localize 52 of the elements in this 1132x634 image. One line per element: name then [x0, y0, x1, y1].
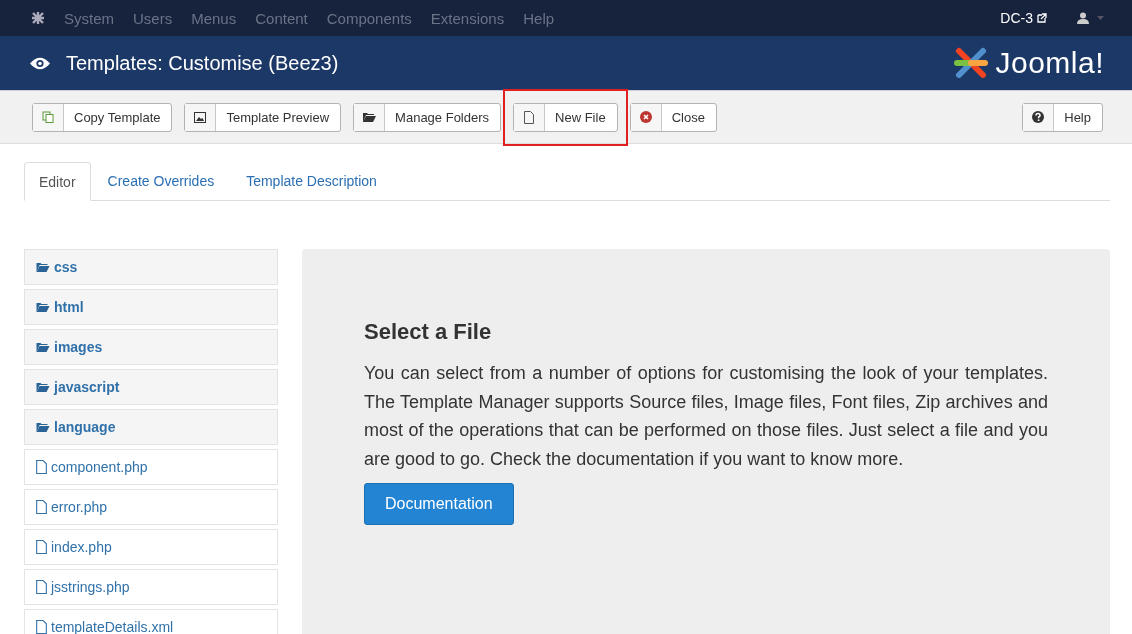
menu-item[interactable]: Content: [255, 9, 308, 27]
folder-icon: [362, 112, 376, 122]
file-icon: [36, 460, 47, 474]
menu-item[interactable]: System: [64, 9, 114, 27]
site-link[interactable]: DC-3: [1000, 10, 1033, 26]
menu-item[interactable]: Users: [133, 9, 173, 27]
image-icon: [194, 111, 207, 123]
menu-item[interactable]: Menus: [191, 9, 237, 27]
folder-icon: [36, 262, 50, 272]
file-item[interactable]: templateDetails.xml: [24, 609, 278, 634]
page-title: Templates: Customise (Beez3): [66, 51, 339, 75]
folder-item[interactable]: javascript: [24, 369, 278, 405]
copy-icon: [42, 111, 54, 123]
tab[interactable]: Create Overrides: [92, 162, 230, 200]
folder-item[interactable]: images: [24, 329, 278, 365]
toolbar-button[interactable]: New File: [513, 102, 618, 132]
toolbar-button[interactable]: Template Preview: [184, 102, 342, 132]
folder-item[interactable]: html: [24, 289, 278, 325]
menu-item[interactable]: Components: [326, 9, 412, 27]
folder-item[interactable]: language: [24, 409, 278, 445]
folder-item[interactable]: css: [24, 249, 278, 285]
menu-item[interactable]: Help: [523, 9, 555, 27]
menu-item[interactable]: Extensions: [430, 9, 505, 27]
toolbar-button[interactable]: Copy Template: [32, 102, 173, 132]
file-icon: [36, 620, 47, 634]
logo-text: Joomla!: [995, 46, 1104, 80]
toolbar-button[interactable]: Close: [629, 102, 717, 132]
close-icon: [639, 111, 652, 123]
file-icon: [524, 110, 535, 124]
folder-icon: [36, 302, 50, 312]
external-link-icon: [1037, 13, 1047, 23]
logo-icon[interactable]: [30, 10, 46, 26]
file-item[interactable]: error.php: [24, 489, 278, 525]
file-icon: [36, 580, 47, 594]
help-button[interactable]: Help: [1022, 102, 1103, 132]
tab[interactable]: Template Description: [231, 162, 392, 200]
eye-icon: [30, 56, 50, 70]
file-icon: [36, 500, 47, 514]
panel-text: You can select from a number of options for customising the look of your templates. The Template Manager supports Source files, Image files, Font files, Zip archives and most of the operations that can be performed on those files. Just select a file and you are good to go. Check the documentation if you want to know more.: [364, 362, 1048, 471]
tab[interactable]: Editor: [24, 162, 91, 201]
documentation-button[interactable]: Documentation: [364, 483, 514, 525]
user-icon[interactable]: [1077, 12, 1089, 24]
file-item[interactable]: component.php: [24, 449, 278, 485]
file-item[interactable]: jsstrings.php: [24, 569, 278, 605]
panel-heading: Select a File: [364, 319, 493, 345]
folder-icon: [36, 342, 50, 352]
help-icon: [1032, 111, 1045, 123]
folder-icon: [36, 422, 50, 432]
toolbar-button[interactable]: Manage Folders: [353, 102, 502, 132]
file-item[interactable]: index.php: [24, 529, 278, 565]
folder-icon: [36, 382, 50, 392]
file-icon: [36, 540, 47, 554]
